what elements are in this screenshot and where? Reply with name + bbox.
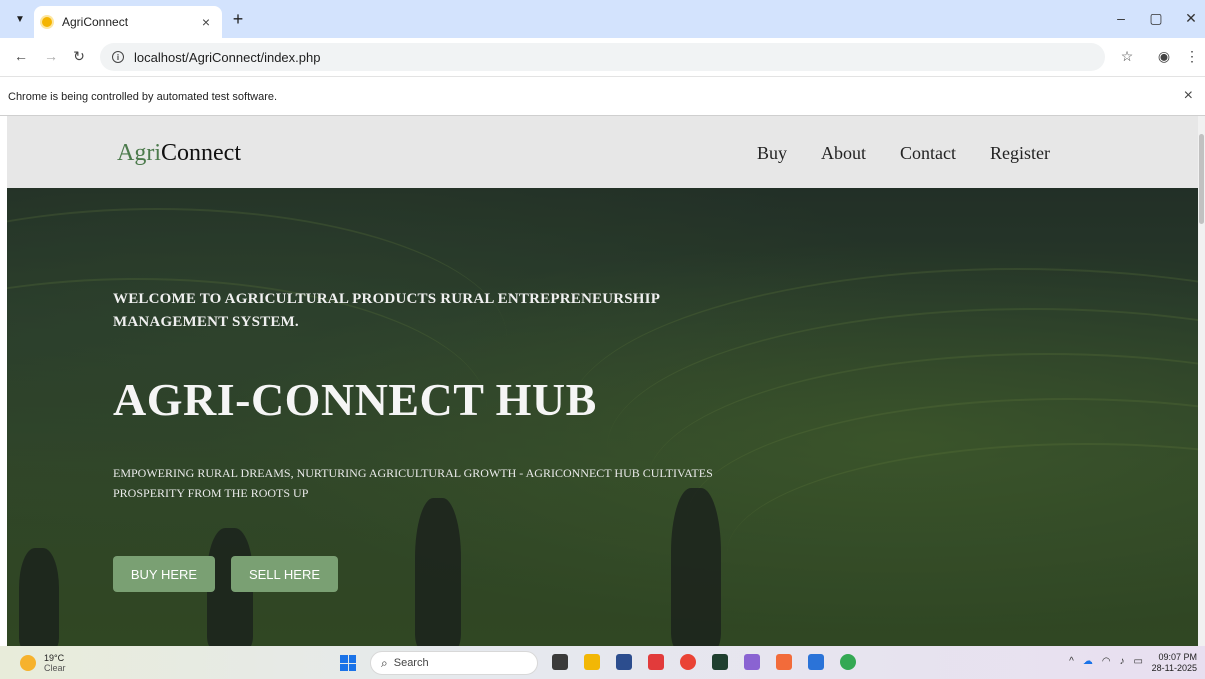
page-viewport: AgriConnect Buy About Contact Register W… [7,116,1198,646]
browser-tab-agriconnect[interactable]: AgriConnect × [34,6,222,38]
address-bar[interactable]: i localhost/AgriConnect/index.php [100,43,1105,71]
site-info-icon[interactable]: i [112,51,124,63]
weather-condition: Clear [44,663,66,673]
hero-banner: WELCOME TO AGRICULTURAL PRODUCTS RURAL E… [7,188,1198,646]
colorful-app-icon[interactable] [648,654,664,670]
new-tab-plus-icon[interactable]: + [228,10,248,28]
file-explorer-icon[interactable] [584,654,600,670]
weather-temp: 19°C [44,653,65,663]
minimize-icon[interactable]: – [1106,10,1136,26]
scrollbar-thumb[interactable] [1199,134,1204,224]
kebab-menu-icon[interactable]: ⋮ [1182,48,1202,65]
hero-title: AGRI-CONNECT HUB [113,374,597,425]
automation-infobar: Chrome is being controlled by automated … [0,76,1205,116]
site-navbar: AgriConnect Buy About Contact Register [7,116,1198,188]
logo-connect: Connect [161,140,241,166]
taskbar-search[interactable]: ⌕ Search [370,651,538,675]
forward-arrow-icon[interactable]: → [42,48,60,64]
bookmark-star-icon[interactable]: ☆ [1117,48,1137,65]
tab-close-icon[interactable]: × [198,14,214,30]
tray-chevron-up-icon[interactable]: ^ [1069,656,1074,667]
nav-link-buy[interactable]: Buy [757,143,787,164]
weather-widget[interactable]: 19°C Clear [20,653,66,673]
windows-start-icon[interactable] [340,655,356,671]
buy-here-button[interactable]: BUY HERE [113,556,215,592]
chrome-icon[interactable] [680,654,696,670]
chrome-active-icon[interactable] [840,654,856,670]
site-logo[interactable]: AgriConnect [117,140,241,167]
tab-search-chevron-down-icon[interactable]: ▼ [10,9,30,29]
browser-toolbar: ← → ↻ i localhost/AgriConnect/index.php … [0,38,1205,76]
infobar-close-icon[interactable]: × [1184,87,1193,105]
reload-icon[interactable]: ↻ [70,48,88,65]
logo-agri: Agri [117,140,161,166]
system-tray: ^ ☁ ◠ ♪ ▭ [1069,656,1143,667]
wifi-icon[interactable]: ◠ [1102,656,1111,667]
windows-taskbar: 19°C Clear ⌕ Search ^ ☁ ◠ ♪ ▭ 09:07 PM 28… [0,646,1205,679]
onedrive-cloud-icon[interactable]: ☁ [1083,656,1093,667]
site-nav-links: Buy About Contact Register [757,143,1050,164]
sell-here-button[interactable]: SELL HERE [231,556,338,592]
moon-weather-icon [20,655,36,671]
xampp-icon[interactable] [776,654,792,670]
nav-link-register[interactable]: Register [990,143,1050,164]
profile-icon[interactable]: ◉ [1154,48,1174,65]
tab-title: AgriConnect [62,15,129,29]
restore-icon[interactable]: ▢ [1141,10,1171,27]
task-view-icon[interactable] [552,654,568,670]
back-arrow-icon[interactable]: ← [12,48,30,64]
browser-tabstrip: ▼ AgriConnect × + – ▢ ✕ [0,0,1205,38]
page-scrollbar[interactable] [1198,116,1205,646]
pycharm-icon[interactable] [712,654,728,670]
store-icon[interactable] [616,654,632,670]
taskbar-clock[interactable]: 09:07 PM 28-11-2025 [1152,652,1197,674]
battery-icon[interactable]: ▭ [1134,656,1143,667]
window-close-icon[interactable]: ✕ [1176,10,1205,27]
address-url[interactable]: localhost/AgriConnect/index.php [134,50,320,65]
volume-icon[interactable]: ♪ [1120,656,1125,667]
infobar-message: Chrome is being controlled by automated … [8,91,278,103]
search-icon: ⌕ [381,655,388,670]
sun-favicon-icon [42,17,52,27]
hero-welcome-text: WELCOME TO AGRICULTURAL PRODUCTS RURAL E… [113,291,660,330]
nav-link-contact[interactable]: Contact [900,143,956,164]
clock-time: 09:07 PM [1158,652,1197,662]
visual-studio-icon[interactable] [744,654,760,670]
hero-tagline: EMPOWERING RURAL DREAMS, NURTURING AGRIC… [113,466,713,500]
outlook-icon[interactable] [808,654,824,670]
taskbar-search-placeholder: Search [393,657,429,669]
clock-date: 28-11-2025 [1151,663,1197,673]
nav-link-about[interactable]: About [821,143,866,164]
